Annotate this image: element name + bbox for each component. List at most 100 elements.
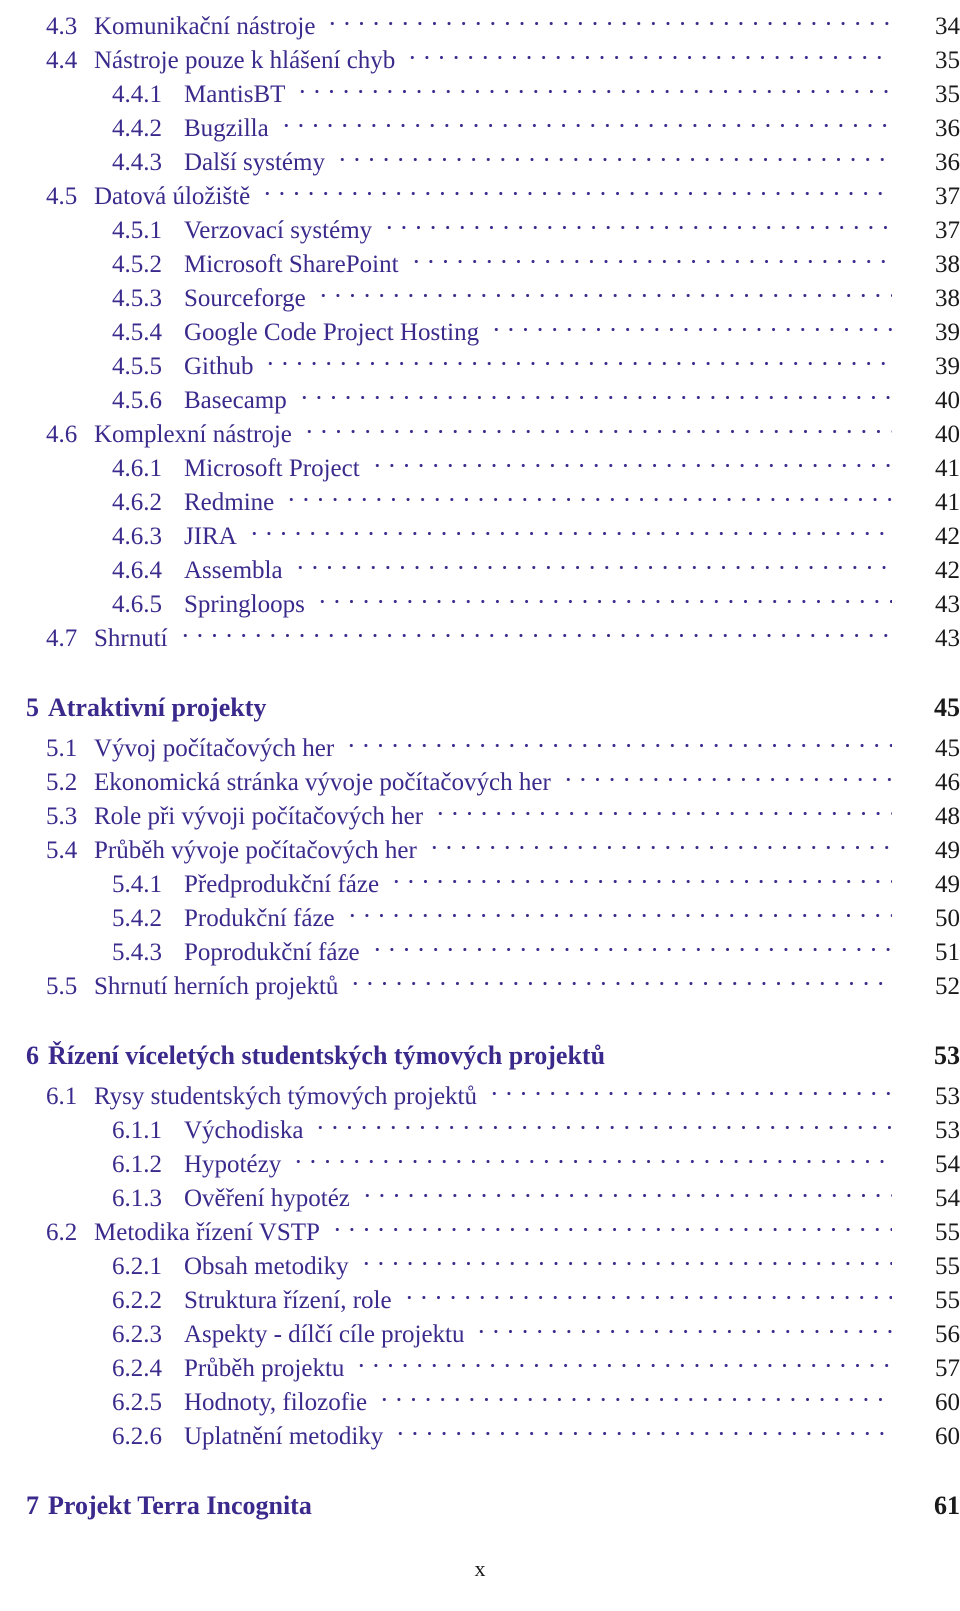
toc-dot-leader — [177, 612, 892, 646]
toc-entry-page-number: 57 — [935, 1355, 960, 1382]
toc-entry-page-number: 46 — [935, 769, 960, 796]
toc-entry-page-number: 53 — [935, 1117, 960, 1144]
toc-entry-number: 5.4 — [46, 837, 78, 864]
toc-entry-number: 4.5.2 — [112, 251, 162, 278]
toc-entry-page-number: 54 — [935, 1185, 960, 1212]
toc-entry-number: 4.6.3 — [112, 523, 162, 550]
toc-entry-title: Uplatnění metodiky — [184, 1423, 384, 1450]
toc-entry-number: 5.2 — [46, 769, 78, 796]
toc-entry-number: 5.3 — [46, 803, 78, 830]
toc-entry-title: Role při vývoji počítačových her — [94, 803, 424, 830]
toc-entry-number: 4.4.3 — [112, 149, 162, 176]
toc-entry-chapter[interactable]: 6 Řízení víceletých studentských týmových… — [0, 1030, 960, 1070]
toc-entry-number: 6.2.4 — [112, 1355, 162, 1382]
toc-dot-leader — [278, 102, 892, 136]
toc-dot-leader — [246, 510, 892, 544]
toc-entry-page-number: 45 — [934, 693, 960, 722]
toc-entry-number: 5.4.1 — [112, 871, 162, 898]
toc-entry-page-number: 36 — [935, 115, 960, 142]
toc-dot-leader — [401, 1274, 892, 1308]
toc-entry-chapter[interactable]: 5 Atraktivní projekty 45 — [0, 682, 960, 722]
toc-entry-page-number: 52 — [935, 973, 960, 1000]
toc-dot-leader — [358, 1240, 892, 1274]
toc-entry-section[interactable]: 4.3 Komunikační nástroje 34 — [0, 0, 960, 40]
toc-entry-number: 4.5 — [46, 183, 78, 210]
toc-dot-leader — [369, 442, 892, 476]
toc-dot-leader — [369, 926, 892, 960]
toc-dot-leader — [276, 682, 892, 716]
toc-dot-leader — [433, 790, 892, 824]
toc-entry-number: 6.2.3 — [112, 1321, 162, 1348]
toc-entry-number: 6.2 — [46, 1219, 78, 1246]
toc-entry-page-number: 42 — [935, 557, 960, 584]
toc-entry-number: 6 — [26, 1041, 39, 1070]
toc-dot-leader — [329, 1206, 892, 1240]
toc-dot-leader — [325, 0, 892, 34]
toc-entry-page-number: 37 — [935, 217, 960, 244]
toc-entry-page-number: 38 — [935, 251, 960, 278]
toc-dot-leader — [615, 1030, 892, 1064]
toc-entry-page-number: 49 — [935, 837, 960, 864]
toc-entry-page-number: 55 — [935, 1219, 960, 1246]
toc-entry-number: 4.5.5 — [112, 353, 162, 380]
toc-entry-number: 4.3 — [46, 13, 78, 40]
toc-dot-leader — [487, 1070, 892, 1104]
toc-entry-number: 6.2.1 — [112, 1253, 162, 1280]
toc-entry-number: 6.2.6 — [112, 1423, 162, 1450]
toc-entry-title: Průběh vývoje počítačových her — [94, 837, 417, 864]
toc-entry-title: Struktura řízení, role — [184, 1287, 392, 1314]
toc-entry-page-number: 41 — [935, 455, 960, 482]
toc-entry-number: 6.1.1 — [112, 1117, 162, 1144]
toc-entry-number: 4.4.1 — [112, 81, 162, 108]
toc-dot-leader — [263, 340, 892, 374]
toc-entry-title: Průběh projektu — [184, 1355, 345, 1382]
toc-entry-number: 6.2.2 — [112, 1287, 162, 1314]
toc-entry-title: Bugzilla — [184, 115, 269, 142]
toc-entry-page-number: 55 — [935, 1253, 960, 1280]
toc-entry-title: JIRA — [184, 523, 237, 550]
toc-entry-page-number: 38 — [935, 285, 960, 312]
toc-entry-title: Basecamp — [184, 387, 287, 414]
toc-entry-number: 5.4.3 — [112, 939, 162, 966]
toc-entry-page-number: 39 — [935, 319, 960, 346]
toc-entry-title: Sourceforge — [184, 285, 306, 312]
toc-entry-title: Datová úložiště — [94, 183, 251, 210]
toc-dot-leader — [315, 272, 892, 306]
toc-entry-title: Shrnutí — [94, 625, 168, 652]
toc-dot-leader — [348, 960, 892, 994]
toc-entry-number: 4.6.2 — [112, 489, 162, 516]
toc-entry-page-number: 54 — [935, 1151, 960, 1178]
toc-dot-leader — [359, 1172, 892, 1206]
toc-entry-page-number: 61 — [934, 1491, 960, 1520]
toc-entry-title: Hodnoty, filozofie — [184, 1389, 368, 1416]
toc-entry-number: 5.1 — [46, 735, 78, 762]
toc-entry-page-number: 53 — [935, 1083, 960, 1110]
toc-entry-title: Github — [184, 353, 254, 380]
toc-entry-page-number: 42 — [935, 523, 960, 550]
toc-entry-number: 5.5 — [46, 973, 78, 1000]
toc-dot-leader — [560, 756, 892, 790]
toc-entry-page-number: 50 — [935, 905, 960, 932]
toc-entry-number: 4.5.3 — [112, 285, 162, 312]
toc-entry-number: 6.1.2 — [112, 1151, 162, 1178]
toc-entry-chapter[interactable]: 7 Projekt Terra Incognita 61 — [0, 1480, 960, 1520]
toc-entry-title: Assembla — [184, 557, 283, 584]
toc-dot-leader — [301, 408, 892, 442]
toc-entry-page-number: 43 — [935, 625, 960, 652]
toc-entry-page-number: 60 — [935, 1423, 960, 1450]
toc-entry-title: Obsah metodiky — [184, 1253, 349, 1280]
toc-entry-title: Vývoj počítačových her — [94, 735, 335, 762]
toc-entry-page-number: 55 — [935, 1287, 960, 1314]
toc-entry-title: Produkční fáze — [184, 905, 335, 932]
toc-entry-page-number: 56 — [935, 1321, 960, 1348]
toc-dot-leader — [393, 1410, 892, 1444]
toc-entry-title: Projekt Terra Incognita — [48, 1491, 312, 1520]
toc-entry-page-number: 60 — [935, 1389, 960, 1416]
toc-entry-title: Metodika řízení VSTP — [94, 1219, 320, 1246]
toc-dot-leader — [474, 1308, 892, 1342]
toc-dot-leader — [426, 824, 892, 858]
toc-entry-page-number: 40 — [935, 421, 960, 448]
toc-dot-leader — [334, 136, 892, 170]
toc-entry-title: Poprodukční fáze — [184, 939, 360, 966]
toc-entry-number: 4.6 — [46, 421, 78, 448]
